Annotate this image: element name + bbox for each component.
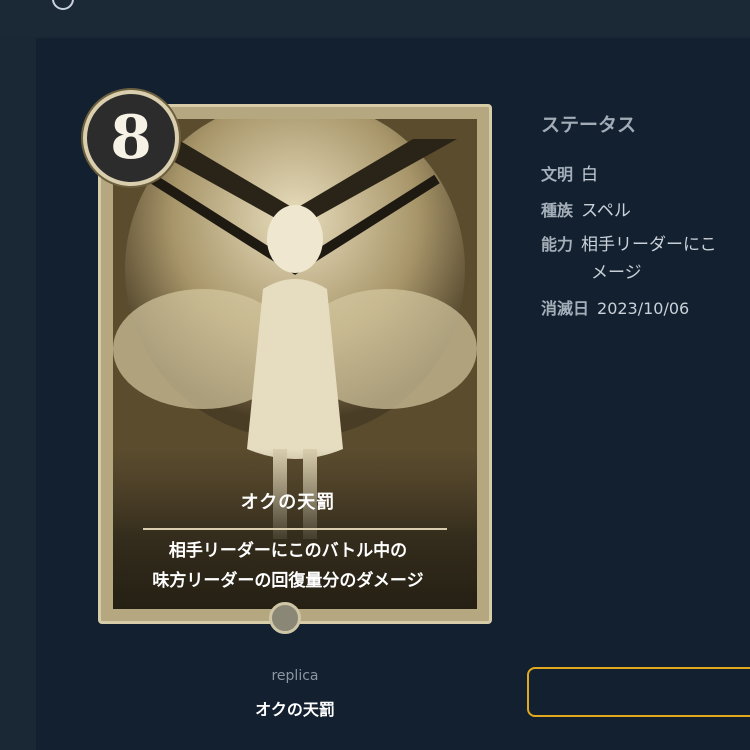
app-icon[interactable] [52,0,74,10]
status-key: 種族 [541,201,574,220]
card-caption-name: オクの天罰 [255,700,335,719]
status-value: 白 [581,165,599,185]
status-row-civilization: 文明白 [541,161,598,189]
status-row-race: 種族 スペル [541,197,631,225]
card-effect-text: 相手リーダーにこのバトル中の 味方リーダーの回復量分のダメージ [108,536,468,596]
card-cost-badge: 8 [83,90,179,186]
card-name: オクの天罰 [240,492,336,513]
card-caption-subtitle: replica [271,668,319,684]
status-key: 消滅日 [541,299,590,318]
status-row-ability: 能力 相手リーダーにこ メージ [541,231,717,287]
status-row-expiry-date: 消滅日 2023/10/06 [541,295,689,323]
action-button[interactable] [527,667,750,717]
status-value: スペル [581,201,631,221]
card-effect-line-1: 相手リーダーにこのバトル中の [168,541,408,561]
top-bar [0,0,750,36]
card-image[interactable]: 8 オクの天罰 相手リーダーにこのバトル中の 味方リーダーの回復量分のダメージ [83,90,493,634]
status-value: 2023/10/06 [597,299,690,318]
card-effect-line-2: 味方リーダーの回復量分のダメージ [152,571,424,591]
status-key: 能力 [541,235,574,254]
status-value: 相手リーダーにこ [581,235,717,255]
status-value-continued: メージ [591,263,642,283]
card-name-bar: オクの天罰 [108,478,468,524]
card-cost: 8 [110,103,152,173]
status-heading: ステータス [541,114,637,136]
status-key: 文明 [541,165,574,184]
card-gem-icon [269,602,301,634]
